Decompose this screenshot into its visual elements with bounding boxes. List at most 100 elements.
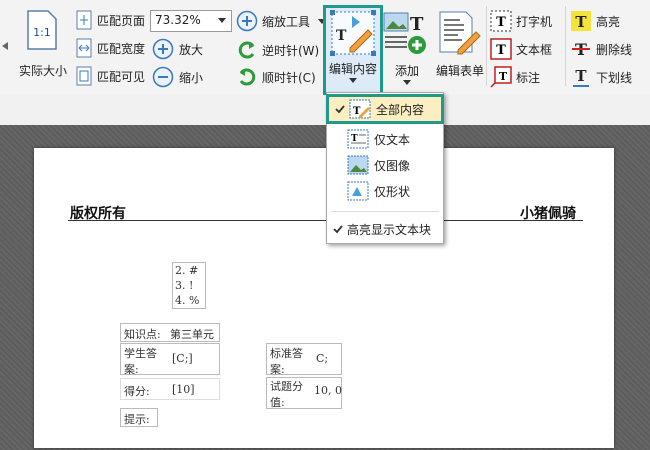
list-item: 4. % [175,294,200,307]
menu-item-shape-only[interactable]: 仅形状 [327,179,443,203]
rotate-cw-label: 顺时针(C) [262,71,316,85]
knowledge-value: 第三单元 [170,328,214,341]
fit-page-icon [76,10,92,30]
strikeout-button[interactable]: T 删除线 [570,38,648,60]
menu-divider [331,211,439,212]
highlight-button[interactable]: T 高亮 [570,10,648,32]
edit-content-label: 编辑内容 [329,62,378,76]
textbox-icon: T [490,38,512,60]
list-item: 2. # [175,264,199,277]
highlight-icon: T [571,11,591,31]
question-score-value: 10, 0 [314,384,342,397]
menu-item-label: 仅文本 [374,133,411,147]
svg-text:T: T [499,70,508,83]
fit-width-button[interactable]: 匹配宽度 [75,38,149,58]
knowledge-label: 知识点: [124,328,161,341]
rotate-ccw-button[interactable]: 逆时针(W) [236,39,326,61]
svg-text:T: T [575,13,587,31]
zoom-tool-button[interactable]: 缩放工具 [236,10,326,32]
chevron-down-icon [349,78,357,83]
edit-content-button[interactable]: T 编辑内容 [323,5,383,95]
hint-label: 提示: [124,413,150,426]
svg-text:T: T [575,67,587,85]
typewriter-button[interactable]: T 打字机 [490,10,562,32]
svg-text:T: T [496,15,506,30]
edit-form-icon [439,11,481,55]
fit-visible-icon [76,66,92,86]
actual-size-icon: 1:1 [27,10,57,50]
text-only-icon: T [347,129,369,149]
chevron-down-icon [403,80,411,85]
strikeout-icon: T [572,40,590,59]
zoom-in-button[interactable]: 放大 [152,38,212,60]
edit-content-icon: T [330,10,376,56]
menu-item-label: 全部内容 [376,103,425,117]
callout-button[interactable]: T 标注 [490,66,562,88]
chevron-down-icon [218,18,226,23]
menu-item-label: 仅图像 [374,159,411,173]
textbox-label: 文本框 [516,43,553,57]
menu-item-label: 高亮显示文本块 [347,223,432,237]
ribbon: 1:1 实际大小 匹配页面 匹配宽度 匹配可见 73.32% 放大 缩小 缩放工… [0,0,650,96]
check-icon [333,225,343,234]
zoom-select[interactable]: 73.32% [150,10,232,32]
zoom-out-button[interactable]: 缩小 [152,66,212,88]
typewriter-icon: T [490,10,512,32]
add-label: 添加 [395,64,420,78]
zoom-tool-icon [236,10,258,32]
student-answer-label: 学生答案: [124,347,157,376]
actual-size-button[interactable]: 1:1 实际大小 [14,6,72,86]
zoom-value: 73.32% [155,13,201,27]
menu-item-text-only[interactable]: T 仅文本 [327,127,443,151]
question-score-label: 试题分值: [270,380,303,409]
zoom-in-icon [152,38,174,60]
zoom-out-label: 缩小 [179,71,204,85]
score-value: [10] [172,383,195,396]
rotate-cw-button[interactable]: 顺时针(C) [236,66,326,88]
zoom-in-label: 放大 [179,43,204,57]
edit-form-button[interactable]: 编辑表单 [434,8,490,88]
typewriter-label: 打字机 [516,15,553,29]
svg-text:T: T [410,14,424,35]
standard-answer-label: 标准答案: [270,347,303,376]
menu-item-highlight-text-blocks[interactable]: 高亮显示文本块 [327,217,443,241]
svg-text:T: T [336,28,347,44]
all-content-icon: T [349,99,371,119]
fit-visible-label: 匹配可见 [97,70,146,84]
shape-only-icon [347,181,369,201]
score-label: 得分: [124,385,150,398]
rotate-ccw-label: 逆时针(W) [262,44,320,58]
fit-page-button[interactable]: 匹配页面 [75,10,149,30]
rotate-right-icon [239,68,256,86]
add-button[interactable]: T 添加 [383,8,431,88]
secondary-toolbar [0,95,650,125]
chevron-down-icon [318,19,326,24]
fit-width-label: 匹配宽度 [97,42,146,56]
edit-content-menu: T 全部内容 T 仅文本 仅图像 仅形状 高亮显示文本块 [326,92,444,244]
check-icon [335,105,345,114]
menu-item-all-content[interactable]: T 全部内容 [326,94,444,124]
svg-text:1:1: 1:1 [33,26,51,39]
chevron-left-icon [2,42,8,50]
menu-item-image-only[interactable]: 仅图像 [327,153,443,177]
zoom-tool-label: 缩放工具 [262,15,311,29]
highlight-label: 高亮 [596,15,621,29]
underline-label: 下划线 [596,71,633,85]
svg-text:T: T [496,43,506,58]
actual-size-label: 实际大小 [19,64,68,78]
image-only-icon [347,155,369,175]
underline-icon: T [573,67,589,87]
underline-button[interactable]: T 下划线 [570,66,648,88]
callout-icon: T [490,66,512,88]
fit-page-label: 匹配页面 [97,14,146,28]
zoom-out-icon [152,66,174,88]
fit-visible-button[interactable]: 匹配可见 [75,66,149,86]
add-object-icon: T [383,12,426,54]
edit-form-label: 编辑表单 [436,64,485,78]
rotate-left-icon [238,41,255,59]
textbox-button[interactable]: T 文本框 [490,38,562,60]
student-answer-value: [C;] [172,352,193,365]
strikeout-label: 删除线 [596,43,633,57]
list-item: 3. ! [175,279,194,292]
menu-item-label: 仅形状 [374,185,411,199]
